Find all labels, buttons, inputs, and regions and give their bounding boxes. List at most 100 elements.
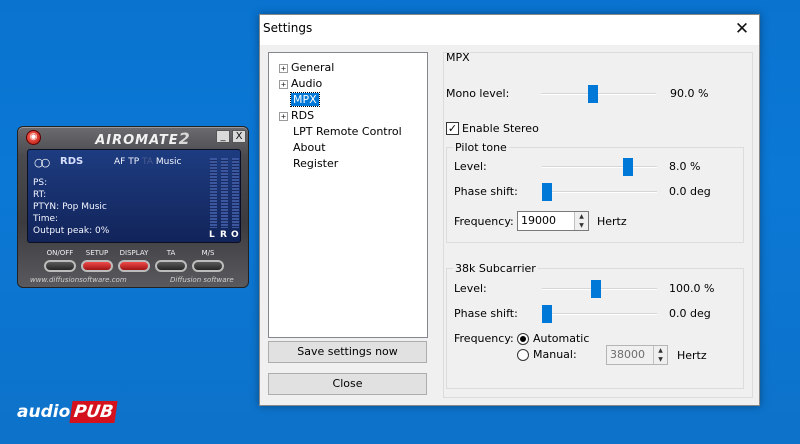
settings-dialog: Settings ✕ + General + Audio MPX + RDS LPT …: [259, 14, 760, 406]
pilot-frequency-unit: Hertz: [597, 215, 627, 228]
setup-label: SETUP: [85, 249, 109, 257]
manual-radio[interactable]: [517, 349, 529, 361]
subcarrier-level-label: Level:: [454, 282, 487, 295]
pilot-tone-group: Pilot tone Level: 8.0 % Phase shift: 0.0…: [446, 141, 744, 243]
meter-output: [232, 158, 239, 228]
player-close-button[interactable]: X: [232, 130, 246, 143]
time-label: Time:: [33, 214, 59, 224]
ta-button[interactable]: [155, 260, 187, 272]
tree-item-about[interactable]: About: [293, 141, 326, 155]
logo-pub-text: PUB: [69, 401, 119, 423]
pilot-phase-slider[interactable]: [542, 183, 552, 201]
settings-tree: + General + Audio MPX + RDS LPT Remote Cont…: [268, 52, 428, 338]
meter-label-o: O: [231, 230, 239, 240]
flag-af: AF: [114, 157, 126, 167]
pilot-frequency-label: Frequency:: [454, 215, 514, 228]
mono-level-track: [541, 93, 656, 95]
close-button[interactable]: Close: [268, 373, 427, 395]
subcarrier-group: 38k Subcarrier Level: 100.0 % Phase shif…: [446, 262, 744, 389]
manual-frequency-spinner[interactable]: 38000 ▲ ▼: [606, 345, 668, 365]
subcarrier-phase-slider[interactable]: [542, 305, 552, 323]
expand-icon: +: [279, 112, 288, 121]
meter-label-l: L: [209, 230, 215, 240]
mpx-section-title: MPX: [446, 51, 470, 64]
manual-frequency-value: 38000: [610, 348, 645, 361]
player-display: ○○ RDS AF TP TA Music PS: RT: PTYN: Pop …: [27, 149, 241, 243]
tree-item-general[interactable]: + General: [279, 61, 334, 75]
pilot-level-label: Level:: [454, 160, 487, 173]
flag-tp: TP: [128, 157, 140, 167]
automatic-label: Automatic: [533, 332, 590, 345]
ms-label: M/S: [201, 249, 215, 257]
subcarrier-frequency-label: Frequency:: [454, 332, 514, 345]
pilot-level-track: [542, 166, 657, 168]
mpx-panel: MPX Mono level: 90.0 % ✓ Enable Stereo P…: [443, 51, 753, 398]
pilot-level-value: 8.0 %: [669, 160, 701, 173]
pilot-phase-label: Phase shift:: [454, 185, 518, 198]
tree-item-register[interactable]: Register: [293, 157, 338, 171]
ta-label: TA: [166, 249, 176, 257]
flag-ta: TA: [142, 157, 153, 167]
expand-icon: +: [279, 64, 288, 73]
manual-frequency-unit: Hertz: [677, 349, 707, 362]
display-label: DISPLAY: [119, 249, 149, 257]
player-footer-url: www.diffusionsoftware.com: [30, 276, 127, 284]
automatic-radio[interactable]: [517, 333, 529, 345]
player-version: 2: [178, 129, 191, 148]
pilot-frequency-value: 19000: [521, 214, 556, 227]
expand-icon: +: [279, 80, 288, 89]
pilot-phase-track: [542, 191, 657, 193]
dialog-title: Settings: [263, 21, 313, 35]
save-settings-button[interactable]: Save settings now: [268, 341, 427, 363]
onoff-label: ON/OFF: [46, 249, 74, 257]
player-title: AIROMATE2: [95, 129, 191, 148]
enable-stereo-checkbox[interactable]: ✓: [446, 122, 459, 135]
dialog-titlebar: Settings ✕: [260, 15, 759, 45]
tree-item-rds[interactable]: + RDS: [279, 109, 314, 123]
pilot-level-slider[interactable]: [622, 158, 633, 176]
subcarrier-title: 38k Subcarrier: [453, 262, 538, 275]
subcarrier-phase-label: Phase shift:: [454, 307, 518, 320]
enable-stereo-label: Enable Stereo: [462, 122, 539, 135]
spin-down-icon[interactable]: ▼: [654, 355, 667, 364]
ptyn-row: PTYN: Pop Music: [33, 202, 107, 212]
rds-flags: AF TP TA Music: [114, 157, 181, 167]
meter-left: [210, 158, 217, 228]
rds-logo: RDS: [60, 156, 84, 167]
tree-item-mpx[interactable]: MPX: [290, 92, 320, 107]
ptyn-label: PTYN:: [33, 202, 60, 212]
rds-circles-icon: ○○: [34, 156, 50, 169]
close-icon[interactable]: ✕: [733, 19, 751, 39]
subcarrier-level-slider[interactable]: [591, 280, 602, 298]
red-circle-logo-icon[interactable]: ◉: [26, 130, 41, 145]
display-button[interactable]: [118, 260, 150, 272]
player-footer-brand: Diffusion software: [170, 276, 234, 284]
mono-level-label: Mono level:: [446, 87, 510, 100]
subcarrier-phase-value: 0.0 deg: [669, 307, 711, 320]
ps-label: PS:: [33, 178, 48, 188]
spin-up-icon[interactable]: ▲: [575, 212, 588, 221]
spin-down-icon[interactable]: ▼: [575, 221, 588, 230]
subcarrier-level-value: 100.0 %: [669, 282, 715, 295]
flag-music: Music: [155, 157, 182, 167]
pilot-phase-value: 0.0 deg: [669, 185, 711, 198]
onoff-button[interactable]: [44, 260, 76, 272]
logo-audio-text: audio: [17, 402, 71, 422]
ms-button[interactable]: [192, 260, 224, 272]
setup-button[interactable]: [81, 260, 113, 272]
rt-label: RT:: [33, 190, 47, 200]
meter-right: [221, 158, 228, 228]
tree-item-audio[interactable]: + Audio: [279, 77, 322, 91]
pilot-tone-title: Pilot tone: [453, 141, 509, 154]
output-peak-row: Output peak: 0%: [33, 226, 109, 236]
output-peak-label: Output peak:: [33, 226, 93, 236]
player-minimize-button[interactable]: _: [216, 130, 230, 143]
audiopub-logo: audio PUB: [17, 401, 119, 423]
ptyn-value: Pop Music: [62, 202, 107, 212]
mono-level-slider[interactable]: [588, 85, 599, 103]
spin-up-icon[interactable]: ▲: [654, 346, 667, 355]
pilot-frequency-spinner[interactable]: 19000 ▲ ▼: [517, 211, 589, 231]
mono-level-value: 90.0 %: [670, 87, 709, 100]
meter-label-r: R: [220, 230, 227, 240]
tree-item-lpt-remote-control[interactable]: LPT Remote Control: [293, 125, 402, 139]
